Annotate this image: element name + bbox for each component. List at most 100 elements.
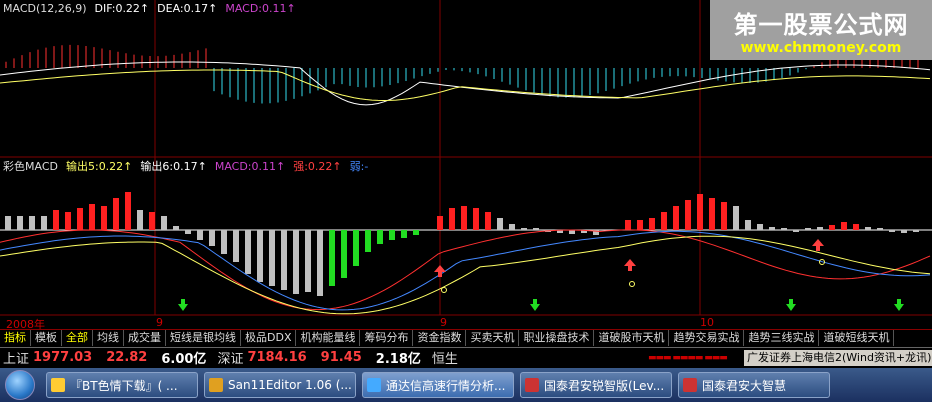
- taskbar-items: 『BT色情下载』( ... San11Editor 1.06 (... 通达信高速行…: [40, 372, 830, 398]
- tab-9[interactable]: 资金指数: [413, 330, 467, 346]
- color-macd-bar: [389, 230, 395, 240]
- color-macd-bar: [769, 227, 775, 230]
- macd-legend-item-2: DEA:0.17↑: [157, 2, 218, 15]
- color-macd-bar: [637, 220, 643, 230]
- cross-marker: [441, 287, 447, 293]
- color-macd-bar: [113, 198, 119, 230]
- color-macd-bar: [661, 212, 667, 230]
- tab-11[interactable]: 职业操盘技术: [519, 330, 595, 346]
- app-icon: [51, 378, 65, 392]
- color-macd-bar: [473, 208, 479, 230]
- app-icon: [525, 378, 539, 392]
- color-macd-bar: [317, 230, 323, 296]
- color-macd-bar: [377, 230, 383, 244]
- color-macd-bar: [901, 230, 907, 233]
- chart-area[interactable]: MACD(12,26,9) DIF:0.22↑ DEA:0.17↑ MACD:0.11…: [0, 0, 932, 316]
- taskbar-item-2[interactable]: 通达信高速行情分析...: [362, 372, 514, 398]
- sell-arrow-icon: [894, 299, 904, 311]
- tab-2[interactable]: 全部: [62, 330, 93, 346]
- tab-8[interactable]: 筹码分布: [360, 330, 414, 346]
- tab-15[interactable]: 道破短线天机: [819, 330, 895, 346]
- taskbar-item-0[interactable]: 『BT色情下载』( ...: [46, 372, 198, 398]
- cross-marker: [629, 281, 635, 287]
- watermark-title: 第一股票公式网: [733, 11, 909, 39]
- color-macd-bar: [53, 210, 59, 230]
- sh-amount: 6.00亿: [161, 352, 207, 367]
- color-macd-bar: [533, 228, 539, 230]
- color-macd-bar: [173, 226, 179, 230]
- news-ticker[interactable]: 广发证券上海电信2(Wind资讯+龙讯): [744, 350, 932, 366]
- color-macd-bar: [781, 228, 787, 230]
- color-macd-bar: [149, 212, 155, 230]
- tab-4[interactable]: 成交量: [124, 330, 166, 346]
- sell-arrow-icon: [530, 299, 540, 311]
- tab-12[interactable]: 道破股市天机: [594, 330, 670, 346]
- color-macd-bar: [841, 222, 847, 230]
- color-macd-bar: [101, 206, 107, 230]
- tab-10[interactable]: 买卖天机: [466, 330, 520, 346]
- color-macd-bar: [329, 230, 335, 286]
- tab-13[interactable]: 趋势交易实战: [669, 330, 745, 346]
- color-macd-bar: [521, 228, 527, 230]
- color-macd-bar: [17, 216, 23, 230]
- taskbar-item-1[interactable]: San11Editor 1.06 (...: [204, 372, 356, 398]
- color-macd-bar: [89, 204, 95, 230]
- tab-1[interactable]: 模板: [31, 330, 62, 346]
- sz-change: 91.45: [320, 350, 362, 365]
- date-month-9: 9: [156, 316, 163, 329]
- taskbar-item-label: 国泰君安锐智版(Lev...: [544, 378, 665, 393]
- color-macd-bar: [341, 230, 347, 278]
- watermark-url: www.chnmoney.com: [740, 40, 902, 56]
- index-quote-bar: 上证 1977.03 22.82 6.00亿 深证 7184.16 91.45 …: [0, 347, 932, 367]
- color-macd-legend-item-1: 输出5:0.22↑: [65, 160, 133, 173]
- app-icon: [683, 378, 697, 392]
- color-macd-bar: [437, 216, 443, 230]
- macd-legend: MACD(12,26,9) DIF:0.22↑ DEA:0.17↑ MACD:0.11…: [3, 2, 304, 15]
- color-macd-legend-item-4: 强:0.22↑: [293, 160, 342, 173]
- color-macd-bar: [209, 230, 215, 246]
- sell-arrow-icon: [786, 299, 796, 311]
- color-macd-bar: [449, 208, 455, 230]
- tab-3[interactable]: 均线: [93, 330, 124, 346]
- tab-5[interactable]: 短线是银均线: [166, 330, 241, 346]
- color-macd-bar: [137, 210, 143, 230]
- taskbar-item-4[interactable]: 国泰君安大智慧: [678, 372, 830, 398]
- tab-7[interactable]: 机构能量线: [296, 330, 361, 346]
- buy-arrow-icon: [434, 265, 446, 277]
- color-macd-bar: [29, 216, 35, 230]
- connection-status-icon: ▬▬▬ ▬▬▬▬ ▬▬▬: [648, 353, 728, 363]
- tab-14[interactable]: 趋势三线实战: [744, 330, 820, 346]
- color-macd-bar: [65, 212, 71, 230]
- color-macd-bar: [649, 218, 655, 230]
- watermark-logo: 第一股票公式网 www.chnmoney.com: [710, 0, 932, 60]
- color-macd-bar: [161, 216, 167, 230]
- taskbar-item-3[interactable]: 国泰君安锐智版(Lev...: [520, 372, 672, 398]
- tab-6[interactable]: 极品DDX: [241, 330, 297, 346]
- color-macd-bar: [77, 208, 83, 230]
- color-macd-bar: [625, 220, 631, 230]
- tab-0[interactable]: 指标: [0, 330, 31, 346]
- taskbar-item-label: 国泰君安大智慧: [702, 378, 787, 393]
- taskbar-item-label: 『BT色情下载』( ...: [70, 378, 178, 393]
- color-macd-bar: [365, 230, 371, 252]
- color-macd-bar: [757, 224, 763, 230]
- date-month-9b: 9: [440, 316, 447, 329]
- color-macd-bar: [125, 192, 131, 230]
- indicator-tabs: 指标 模板 全部 均线 成交量 短线是银均线 极品DDX 机构能量线 筹码分布 资金指数 买卖天机职…: [0, 329, 932, 346]
- color-macd-bar: [461, 206, 467, 230]
- buy-arrow-icon: [812, 239, 824, 251]
- sz-amount: 2.18亿: [375, 352, 421, 367]
- color-macd-bar: [877, 228, 883, 230]
- color-macd-bar: [721, 202, 727, 230]
- color-macd-bar: [673, 206, 679, 230]
- color-macd-bar: [233, 230, 239, 262]
- color-macd-bar: [401, 230, 407, 238]
- color-macd-bar: [853, 224, 859, 230]
- signal-blue-line: [0, 230, 931, 311]
- color-macd-bar: [829, 225, 835, 230]
- start-button[interactable]: [0, 368, 40, 402]
- macd-legend-item-1: DIF:0.22↑: [94, 2, 150, 15]
- sell-arrow-icon: [178, 299, 188, 311]
- sh-index: 1977.03: [33, 350, 93, 365]
- color-macd-bar: [245, 230, 251, 274]
